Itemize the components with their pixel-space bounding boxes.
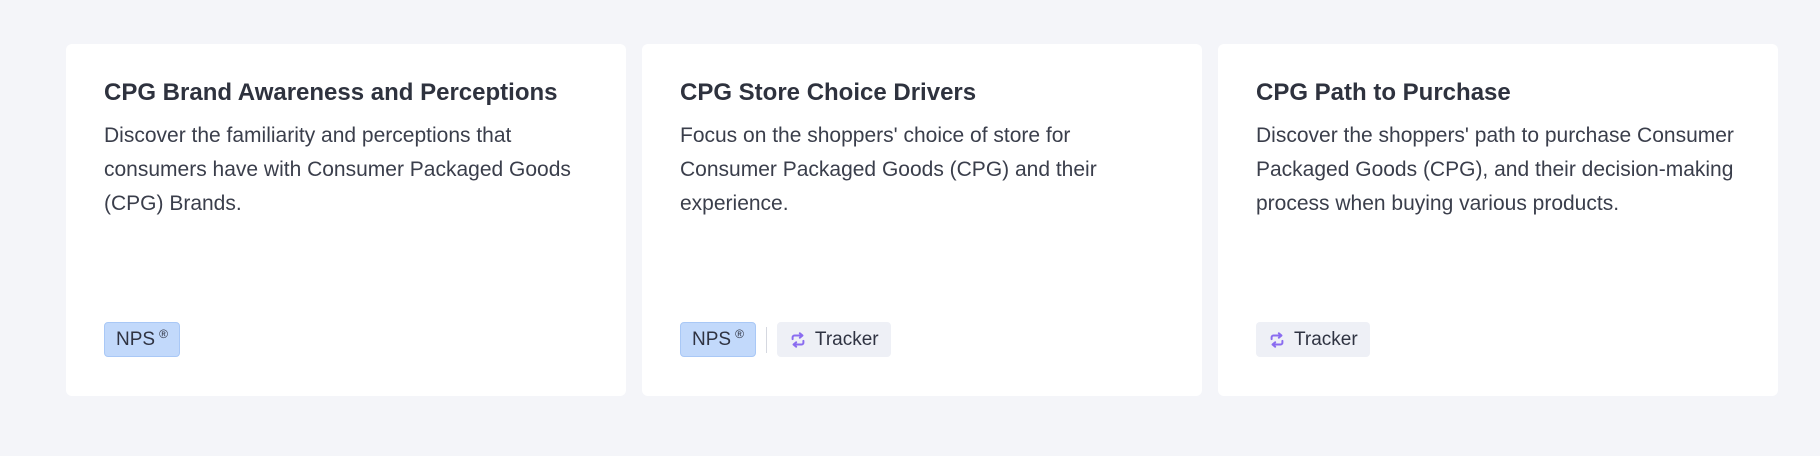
card-description: Discover the shoppers' path to purchase … [1256,124,1734,215]
tracker-tag-label: Tracker [1294,329,1358,350]
template-card-store-choice[interactable]: CPG Store Choice Drivers Focus on the sh… [642,44,1202,396]
registered-mark: ® [159,326,168,341]
repeat-icon [1270,331,1284,348]
tracker-tag-label: Tracker [814,329,879,350]
registered-mark: ® [735,326,744,341]
repeat-icon [791,331,805,348]
card-description: Discover the familiarity and perceptions… [104,124,571,215]
nps-tag-label: NPS [116,329,156,350]
tag-divider [765,326,767,353]
template-card-grid: CPG Brand Awareness and Perceptions Disc… [66,44,1778,396]
card-title: CPG Store Choice Drivers [680,79,977,106]
card-tags: NPS ® Tracker [680,322,891,357]
card-tags: Tracker [1256,322,1370,357]
card-title: CPG Path to Purchase [1256,79,1511,106]
template-card-path-to-purchase[interactable]: CPG Path to Purchase Discover the shoppe… [1218,44,1778,396]
template-card-brand-awareness[interactable]: CPG Brand Awareness and Perceptions Disc… [66,44,626,396]
tracker-tag: Tracker [776,322,891,357]
card-title: CPG Brand Awareness and Perceptions [104,79,558,106]
tracker-tag: Tracker [1256,322,1370,357]
nps-tag: NPS ® [104,322,180,357]
nps-tag: NPS ® [680,322,756,357]
card-description: Focus on the shoppers' choice of store f… [680,124,1097,215]
nps-tag-label: NPS [692,329,732,350]
card-tags: NPS ® [104,322,180,357]
